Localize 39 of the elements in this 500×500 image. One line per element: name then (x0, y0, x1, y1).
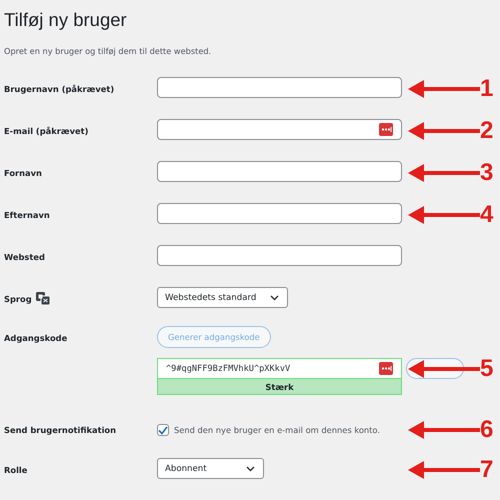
field-label: Rolle (4, 464, 28, 474)
input-field[interactable] (157, 77, 402, 98)
field-label: E-mail (påkrævet) (4, 126, 88, 136)
caret-icon (246, 466, 255, 472)
callout-number: 3 (480, 160, 494, 184)
strength-meter: Stærk (157, 379, 402, 395)
arrow-icon (408, 460, 480, 480)
arrow-icon (408, 120, 480, 140)
callout-number: 5 (480, 357, 494, 381)
checkbox-label: Send den nye bruger en e-mail om dennes konto. (174, 425, 380, 435)
check-icon (158, 426, 168, 434)
field-label: Send brugernotifikation (4, 425, 116, 435)
input-field[interactable] (157, 245, 402, 266)
field-label: Fornavn (4, 168, 42, 178)
field-label: Brugernavn (påkrævet) (4, 84, 114, 94)
callout-number: 1 (480, 76, 494, 100)
callout-number: 6 (480, 418, 494, 442)
input-field[interactable] (157, 203, 402, 224)
arrow-icon (408, 420, 480, 440)
arrow-icon (408, 162, 480, 182)
checkbox[interactable] (157, 424, 169, 436)
caret-icon (270, 294, 280, 300)
callout-number: 4 (480, 202, 494, 226)
input-field[interactable] (157, 161, 402, 182)
field-label: Websted (4, 252, 45, 262)
field-label: Efternavn (4, 210, 50, 220)
page-description: Opret en ny bruger og tilføj dem til dette websted. (4, 45, 212, 57)
arrow-icon (408, 359, 480, 379)
dropdown[interactable]: Webstedets standard (157, 287, 288, 308)
input-field[interactable] (157, 119, 402, 140)
arrow-icon (408, 78, 480, 98)
field-label: Adgangskode (4, 332, 68, 342)
arrow-icon (408, 204, 480, 224)
callout-number: 2 (480, 118, 494, 142)
password-field[interactable]: ^9#qgNFF9BzFMVhkU^pXKkvV (157, 358, 402, 379)
dropdown[interactable]: Abonnent (157, 458, 264, 479)
field-label: Sprog (4, 294, 32, 304)
callout-number: 7 (480, 458, 494, 482)
page-title: Tilføj ny bruger (4, 8, 128, 31)
